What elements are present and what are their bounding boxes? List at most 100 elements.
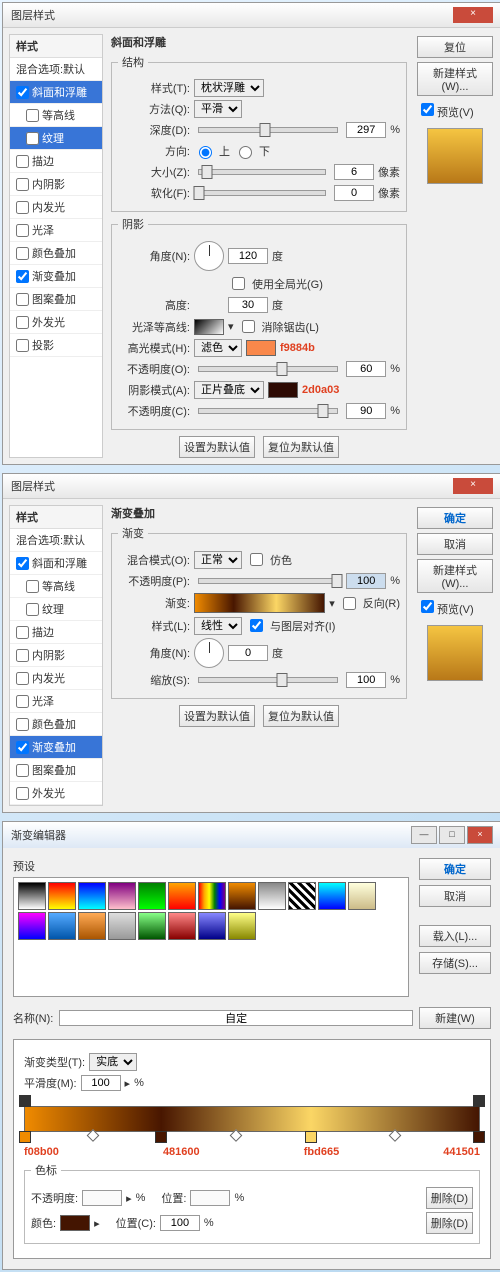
opacity-input[interactable] (346, 573, 386, 589)
cancel-button[interactable]: 取消 (417, 533, 493, 555)
blend-options-row[interactable]: 混合选项:默认 (10, 529, 102, 552)
midpoint-diamond[interactable] (389, 1129, 402, 1142)
effect-check[interactable] (16, 557, 29, 570)
opacity-stop[interactable] (473, 1095, 485, 1107)
gradient-type-select[interactable]: 实底 (89, 1053, 137, 1071)
effect-check[interactable] (16, 224, 29, 237)
effect-row[interactable]: 斜面和浮雕 (10, 81, 102, 104)
ok-button[interactable]: 确定 (417, 507, 493, 529)
color-stop[interactable] (19, 1131, 31, 1143)
depth-input[interactable] (346, 122, 386, 138)
load-button[interactable]: 载入(L)... (419, 925, 491, 947)
stop-color-swatch[interactable] (60, 1215, 90, 1231)
scale-input[interactable] (346, 672, 386, 688)
angle-dial[interactable] (194, 241, 224, 271)
new-style-button[interactable]: 新建样式(W)... (417, 559, 493, 593)
preset-swatch[interactable] (168, 882, 196, 910)
antialias-check[interactable] (242, 320, 255, 333)
blend-mode-select[interactable]: 正常 (194, 551, 242, 569)
effect-row[interactable]: 描边 (10, 150, 102, 173)
blend-options-row[interactable]: 混合选项:默认 (10, 58, 102, 81)
effect-check[interactable] (16, 649, 29, 662)
delete-button[interactable]: 删除(D) (426, 1212, 473, 1234)
effect-row[interactable]: 渐变叠加 (10, 265, 102, 288)
effect-check[interactable] (16, 741, 29, 754)
preset-swatch[interactable] (168, 912, 196, 940)
effect-row[interactable]: 斜面和浮雕 (10, 552, 102, 575)
gloss-contour[interactable] (194, 319, 224, 335)
effect-check[interactable] (26, 109, 39, 122)
align-check[interactable] (250, 619, 263, 632)
preset-swatch[interactable] (138, 912, 166, 940)
preset-swatch[interactable] (318, 882, 346, 910)
close-button[interactable]: × (453, 7, 493, 23)
effect-check[interactable] (16, 201, 29, 214)
cancel-button[interactable]: 取消 (419, 885, 491, 907)
effect-check[interactable] (16, 787, 29, 800)
effect-row[interactable]: 颜色叠加 (10, 713, 102, 736)
preset-swatch[interactable] (18, 912, 46, 940)
preset-swatch[interactable] (288, 882, 316, 910)
highlight-color[interactable] (246, 340, 276, 356)
angle-input[interactable] (228, 248, 268, 264)
preset-swatch[interactable] (348, 882, 376, 910)
chevron-right-icon[interactable]: ▸ (125, 1077, 131, 1090)
effect-check[interactable] (26, 603, 39, 616)
gradient-bar[interactable] (24, 1106, 480, 1132)
preset-swatch[interactable] (18, 882, 46, 910)
midpoint-diamond[interactable] (230, 1129, 243, 1142)
effect-row[interactable]: 描边 (10, 621, 102, 644)
effect-row[interactable]: 光泽 (10, 690, 102, 713)
dither-check[interactable] (250, 553, 263, 566)
preset-swatch[interactable] (108, 912, 136, 940)
effect-row[interactable]: 图案叠加 (10, 759, 102, 782)
shadow-opacity-slider[interactable] (198, 408, 338, 414)
effect-row[interactable]: 投影 (10, 334, 102, 357)
preset-swatch[interactable] (108, 882, 136, 910)
preview-check[interactable] (421, 600, 434, 613)
effect-row[interactable]: 内阴影 (10, 644, 102, 667)
chevron-right-icon[interactable]: ▸ (94, 1217, 100, 1230)
effect-check[interactable] (26, 580, 39, 593)
new-style-button[interactable]: 新建样式(W)... (417, 62, 493, 96)
effect-row[interactable]: 等高线 (10, 575, 102, 598)
scale-slider[interactable] (198, 677, 338, 683)
name-input[interactable] (59, 1010, 413, 1026)
global-light-check[interactable] (232, 277, 245, 290)
effect-row[interactable]: 颜色叠加 (10, 242, 102, 265)
make-default-button[interactable]: 设置为默认值 (179, 705, 255, 727)
size-slider[interactable] (198, 169, 326, 175)
dir-up-radio[interactable] (199, 146, 212, 159)
effect-row[interactable]: 渐变叠加 (10, 736, 102, 759)
effect-row[interactable]: 内发光 (10, 667, 102, 690)
reset-default-button[interactable]: 复位为默认值 (263, 436, 339, 458)
ok-button[interactable]: 确定 (419, 858, 491, 880)
highlight-mode-select[interactable]: 滤色 (194, 339, 242, 357)
shadow-color[interactable] (268, 382, 298, 398)
effect-check[interactable] (16, 672, 29, 685)
soften-slider[interactable] (198, 190, 326, 196)
effect-row[interactable]: 光泽 (10, 219, 102, 242)
preset-swatch[interactable] (228, 882, 256, 910)
preset-swatch[interactable] (258, 882, 286, 910)
shadow-opacity-input[interactable] (346, 403, 386, 419)
effect-row[interactable]: 内阴影 (10, 173, 102, 196)
angle-dial[interactable] (194, 638, 224, 668)
preset-swatch[interactable] (228, 912, 256, 940)
effect-check[interactable] (16, 293, 29, 306)
effect-row[interactable]: 外发光 (10, 311, 102, 334)
soften-input[interactable] (334, 185, 374, 201)
technique-select[interactable]: 平滑 (194, 100, 242, 118)
effect-row[interactable]: 纹理 (10, 127, 102, 150)
chevron-down-icon[interactable]: ▾ (228, 320, 234, 333)
opacity-stop[interactable] (19, 1095, 31, 1107)
preset-swatch[interactable] (48, 912, 76, 940)
reset-default-button[interactable]: 复位为默认值 (263, 705, 339, 727)
effect-check[interactable] (16, 718, 29, 731)
effect-check[interactable] (16, 695, 29, 708)
midpoint-diamond[interactable] (87, 1129, 100, 1142)
preset-swatch[interactable] (138, 882, 166, 910)
dir-down-radio[interactable] (239, 146, 252, 159)
preset-swatch[interactable] (78, 912, 106, 940)
highlight-opacity-slider[interactable] (198, 366, 338, 372)
